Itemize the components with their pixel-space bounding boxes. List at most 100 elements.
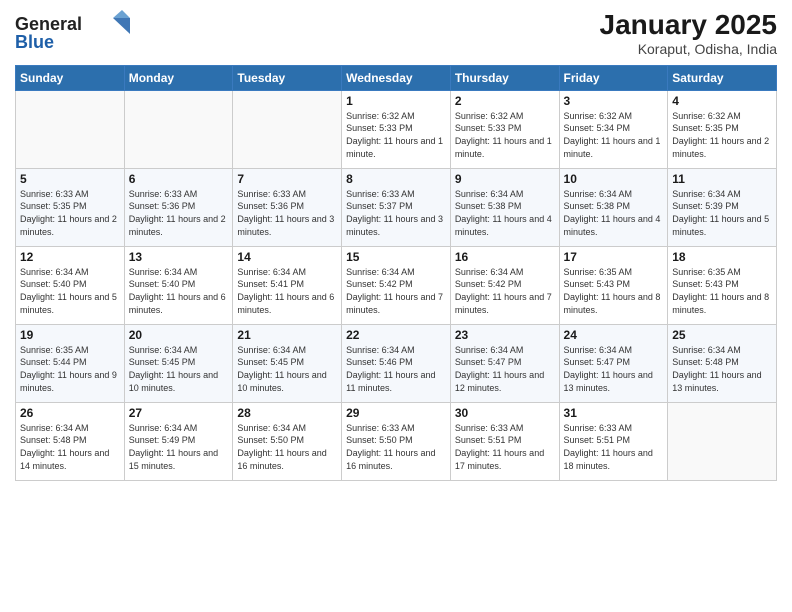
day-info: Sunrise: 6:32 AM Sunset: 5:33 PM Dayligh… bbox=[346, 110, 446, 160]
day-cell: 5 Sunrise: 6:33 AM Sunset: 5:35 PM Daylig… bbox=[16, 168, 125, 246]
day-number: 8 bbox=[346, 172, 446, 186]
weekday-header-wednesday: Wednesday bbox=[342, 65, 451, 90]
day-cell: 13 Sunrise: 6:34 AM Sunset: 5:40 PM Dayli… bbox=[124, 246, 233, 324]
day-cell: 8 Sunrise: 6:33 AM Sunset: 5:37 PM Daylig… bbox=[342, 168, 451, 246]
day-cell: 31Sunrise: 6:33 AM Sunset: 5:51 PM Dayli… bbox=[559, 402, 668, 480]
day-number: 10 bbox=[564, 172, 664, 186]
day-number: 18 bbox=[672, 250, 772, 264]
day-number: 17 bbox=[564, 250, 664, 264]
week-row-1: 1 Sunrise: 6:32 AM Sunset: 5:33 PM Daylig… bbox=[16, 90, 777, 168]
day-cell bbox=[124, 90, 233, 168]
day-info: Sunrise: 6:32 AM Sunset: 5:33 PM Dayligh… bbox=[455, 110, 555, 160]
week-row-2: 5 Sunrise: 6:33 AM Sunset: 5:35 PM Daylig… bbox=[16, 168, 777, 246]
day-cell bbox=[668, 402, 777, 480]
weekday-header-row: SundayMondayTuesdayWednesdayThursdayFrid… bbox=[16, 65, 777, 90]
day-number: 30 bbox=[455, 406, 555, 420]
day-cell: 20 Sunrise: 6:34 AM Sunset: 5:45 PM Dayli… bbox=[124, 324, 233, 402]
day-cell: 23 Sunrise: 6:34 AM Sunset: 5:47 PM Dayli… bbox=[450, 324, 559, 402]
day-cell: 25 Sunrise: 6:34 AM Sunset: 5:48 PM Dayli… bbox=[668, 324, 777, 402]
day-info: Sunrise: 6:34 AM Sunset: 5:50 PM Dayligh… bbox=[237, 422, 337, 472]
day-cell: 17Sunrise: 6:35 AM Sunset: 5:43 PM Dayli… bbox=[559, 246, 668, 324]
day-number: 28 bbox=[237, 406, 337, 420]
day-number: 29 bbox=[346, 406, 446, 420]
day-number: 6 bbox=[129, 172, 229, 186]
day-number: 22 bbox=[346, 328, 446, 342]
day-cell: 12 Sunrise: 6:34 AM Sunset: 5:40 PM Dayli… bbox=[16, 246, 125, 324]
weekday-header-saturday: Saturday bbox=[668, 65, 777, 90]
day-cell bbox=[16, 90, 125, 168]
day-cell: 15Sunrise: 6:34 AM Sunset: 5:42 PM Dayli… bbox=[342, 246, 451, 324]
day-cell: 29 Sunrise: 6:33 AM Sunset: 5:50 PM Dayli… bbox=[342, 402, 451, 480]
day-number: 23 bbox=[455, 328, 555, 342]
day-cell: 22Sunrise: 6:34 AM Sunset: 5:46 PM Dayli… bbox=[342, 324, 451, 402]
day-info: Sunrise: 6:34 AM Sunset: 5:47 PM Dayligh… bbox=[455, 344, 555, 394]
week-row-5: 26 Sunrise: 6:34 AM Sunset: 5:48 PM Dayli… bbox=[16, 402, 777, 480]
day-number: 2 bbox=[455, 94, 555, 108]
day-info: Sunrise: 6:33 AM Sunset: 5:37 PM Dayligh… bbox=[346, 188, 446, 238]
day-number: 24 bbox=[564, 328, 664, 342]
day-info: Sunrise: 6:34 AM Sunset: 5:38 PM Dayligh… bbox=[455, 188, 555, 238]
day-cell: 24 Sunrise: 6:34 AM Sunset: 5:47 PM Dayli… bbox=[559, 324, 668, 402]
day-cell: 18Sunrise: 6:35 AM Sunset: 5:43 PM Dayli… bbox=[668, 246, 777, 324]
day-number: 7 bbox=[237, 172, 337, 186]
day-info: Sunrise: 6:34 AM Sunset: 5:47 PM Dayligh… bbox=[564, 344, 664, 394]
logo-svg: General Blue bbox=[15, 10, 145, 55]
day-info: Sunrise: 6:33 AM Sunset: 5:51 PM Dayligh… bbox=[455, 422, 555, 472]
day-cell: 3 Sunrise: 6:32 AM Sunset: 5:34 PM Daylig… bbox=[559, 90, 668, 168]
day-number: 16 bbox=[455, 250, 555, 264]
day-number: 13 bbox=[129, 250, 229, 264]
day-info: Sunrise: 6:34 AM Sunset: 5:45 PM Dayligh… bbox=[237, 344, 337, 394]
day-info: Sunrise: 6:34 AM Sunset: 5:49 PM Dayligh… bbox=[129, 422, 229, 472]
day-cell: 14Sunrise: 6:34 AM Sunset: 5:41 PM Dayli… bbox=[233, 246, 342, 324]
day-number: 20 bbox=[129, 328, 229, 342]
day-info: Sunrise: 6:32 AM Sunset: 5:34 PM Dayligh… bbox=[564, 110, 664, 160]
header: General Blue January 2025 Koraput, Odish… bbox=[15, 10, 777, 57]
title-block: January 2025 Koraput, Odisha, India bbox=[600, 10, 777, 57]
day-cell: 27 Sunrise: 6:34 AM Sunset: 5:49 PM Dayli… bbox=[124, 402, 233, 480]
logo: General Blue bbox=[15, 10, 145, 55]
day-cell: 9Sunrise: 6:34 AM Sunset: 5:38 PM Daylig… bbox=[450, 168, 559, 246]
day-number: 3 bbox=[564, 94, 664, 108]
day-number: 14 bbox=[237, 250, 337, 264]
day-number: 25 bbox=[672, 328, 772, 342]
day-number: 4 bbox=[672, 94, 772, 108]
day-cell: 10 Sunrise: 6:34 AM Sunset: 5:38 PM Dayli… bbox=[559, 168, 668, 246]
svg-text:Blue: Blue bbox=[15, 32, 54, 52]
day-info: Sunrise: 6:34 AM Sunset: 5:40 PM Dayligh… bbox=[20, 266, 120, 316]
month-title: January 2025 bbox=[600, 10, 777, 41]
day-info: Sunrise: 6:33 AM Sunset: 5:35 PM Dayligh… bbox=[20, 188, 120, 238]
day-number: 11 bbox=[672, 172, 772, 186]
svg-text:General: General bbox=[15, 14, 82, 34]
day-number: 5 bbox=[20, 172, 120, 186]
day-cell: 7Sunrise: 6:33 AM Sunset: 5:36 PM Daylig… bbox=[233, 168, 342, 246]
day-number: 1 bbox=[346, 94, 446, 108]
day-cell: 21 Sunrise: 6:34 AM Sunset: 5:45 PM Dayli… bbox=[233, 324, 342, 402]
day-info: Sunrise: 6:34 AM Sunset: 5:48 PM Dayligh… bbox=[20, 422, 120, 472]
day-number: 26 bbox=[20, 406, 120, 420]
day-cell: 1 Sunrise: 6:32 AM Sunset: 5:33 PM Daylig… bbox=[342, 90, 451, 168]
weekday-header-tuesday: Tuesday bbox=[233, 65, 342, 90]
day-cell: 16Sunrise: 6:34 AM Sunset: 5:42 PM Dayli… bbox=[450, 246, 559, 324]
weekday-header-friday: Friday bbox=[559, 65, 668, 90]
day-cell: 6Sunrise: 6:33 AM Sunset: 5:36 PM Daylig… bbox=[124, 168, 233, 246]
day-info: Sunrise: 6:33 AM Sunset: 5:51 PM Dayligh… bbox=[564, 422, 664, 472]
day-cell: 11Sunrise: 6:34 AM Sunset: 5:39 PM Dayli… bbox=[668, 168, 777, 246]
calendar-table: SundayMondayTuesdayWednesdayThursdayFrid… bbox=[15, 65, 777, 481]
week-row-4: 19Sunrise: 6:35 AM Sunset: 5:44 PM Dayli… bbox=[16, 324, 777, 402]
day-cell: 4Sunrise: 6:32 AM Sunset: 5:35 PM Daylig… bbox=[668, 90, 777, 168]
day-number: 21 bbox=[237, 328, 337, 342]
day-info: Sunrise: 6:34 AM Sunset: 5:40 PM Dayligh… bbox=[129, 266, 229, 316]
weekday-header-monday: Monday bbox=[124, 65, 233, 90]
day-info: Sunrise: 6:34 AM Sunset: 5:48 PM Dayligh… bbox=[672, 344, 772, 394]
day-cell: 26 Sunrise: 6:34 AM Sunset: 5:48 PM Dayli… bbox=[16, 402, 125, 480]
day-info: Sunrise: 6:34 AM Sunset: 5:45 PM Dayligh… bbox=[129, 344, 229, 394]
location: Koraput, Odisha, India bbox=[600, 41, 777, 57]
day-number: 12 bbox=[20, 250, 120, 264]
day-cell: 28 Sunrise: 6:34 AM Sunset: 5:50 PM Dayli… bbox=[233, 402, 342, 480]
day-cell: 2 Sunrise: 6:32 AM Sunset: 5:33 PM Daylig… bbox=[450, 90, 559, 168]
day-info: Sunrise: 6:33 AM Sunset: 5:50 PM Dayligh… bbox=[346, 422, 446, 472]
day-number: 27 bbox=[129, 406, 229, 420]
day-info: Sunrise: 6:34 AM Sunset: 5:38 PM Dayligh… bbox=[564, 188, 664, 238]
day-cell: 19Sunrise: 6:35 AM Sunset: 5:44 PM Dayli… bbox=[16, 324, 125, 402]
day-number: 19 bbox=[20, 328, 120, 342]
